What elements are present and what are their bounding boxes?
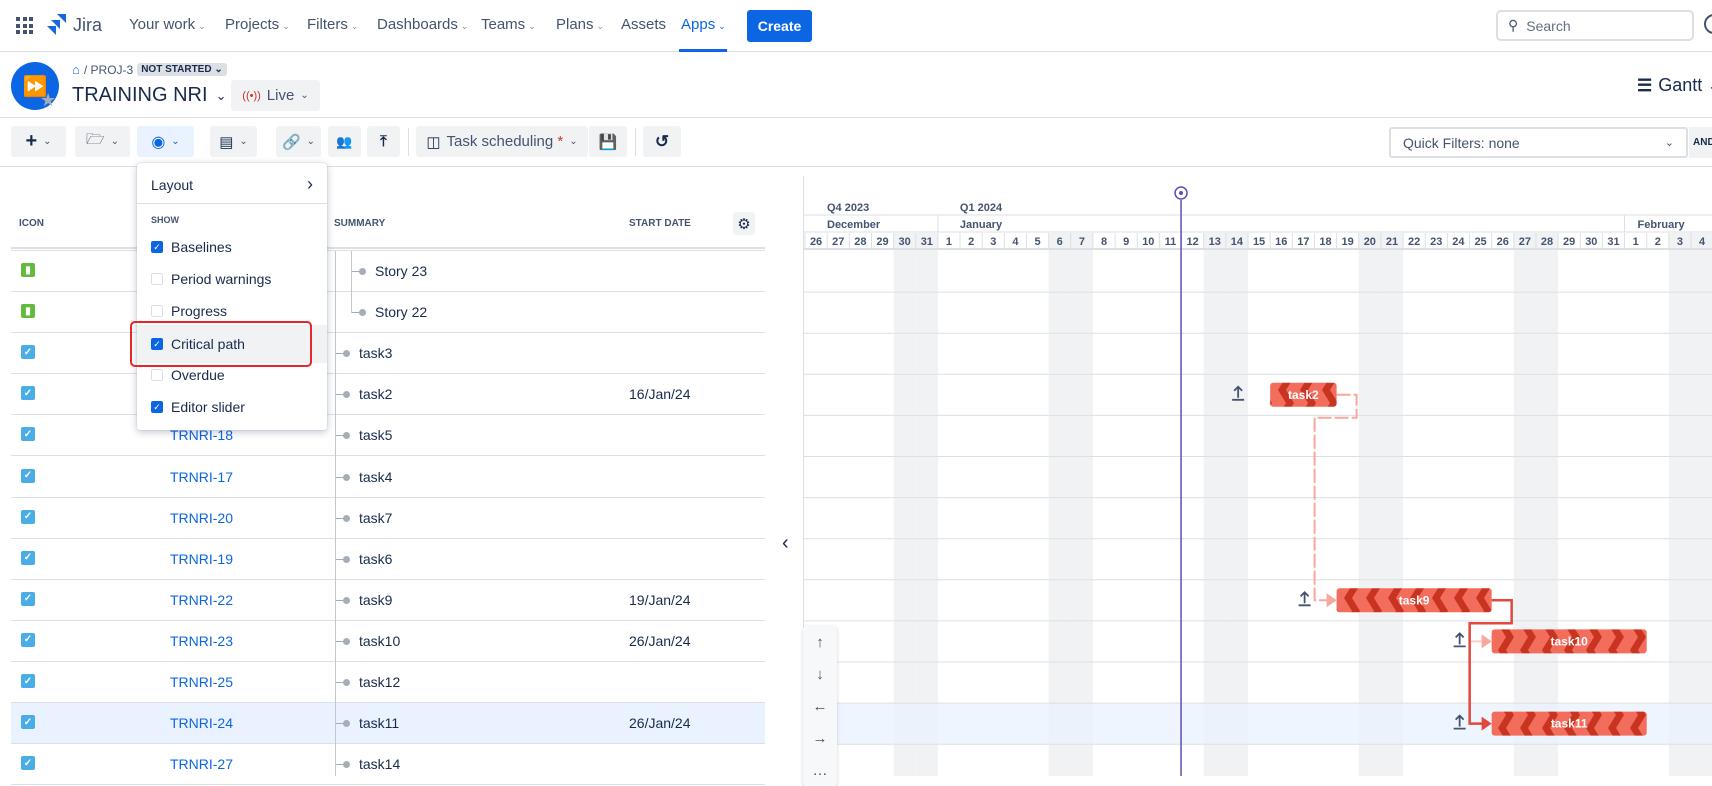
baseline-upload-icon: [1453, 632, 1466, 648]
quarter-label: Q4 2023: [827, 202, 869, 214]
day-label: 30: [899, 236, 911, 248]
day-label: 10: [1142, 236, 1154, 248]
day-label: 25: [1474, 236, 1486, 248]
day-label: 2: [968, 236, 974, 248]
menu-item-layout[interactable]: Layout ›: [151, 174, 313, 195]
checkbox[interactable]: [151, 305, 163, 317]
day-label: 1: [946, 236, 952, 248]
day-label: 3: [1677, 236, 1683, 248]
day-label: 18: [1319, 236, 1331, 248]
checkbox[interactable]: [151, 369, 163, 381]
day-label: 29: [1563, 236, 1575, 248]
day-label: 28: [1541, 236, 1553, 248]
task-bar-label: task9: [1399, 593, 1430, 607]
day-label: 28: [854, 236, 866, 248]
month-label: January: [960, 219, 1003, 231]
day-label: 4: [1012, 236, 1019, 248]
weekend-column: [893, 234, 916, 776]
day-label: 7: [1079, 236, 1085, 248]
day-label: 21: [1386, 236, 1398, 248]
arrow-down-icon[interactable]: ↓: [803, 658, 837, 690]
day-label: 20: [1364, 236, 1376, 248]
menu-option-overdue[interactable]: Overdue: [151, 367, 225, 383]
day-label: 26: [1497, 236, 1509, 248]
month-label: December: [827, 219, 881, 231]
weekend-column: [1358, 234, 1381, 776]
day-label: 31: [921, 236, 933, 248]
day-label: 4: [1699, 236, 1706, 248]
view-options-menu: Layout › SHOW ✓ Baselines Period warnings Pr…: [130, 163, 327, 430]
day-label: 22: [1408, 236, 1420, 248]
day-label: 5: [1035, 236, 1041, 248]
dependency-arrowhead: [1481, 634, 1492, 649]
menu-divider: [137, 203, 327, 204]
day-label: 6: [1057, 236, 1063, 248]
day-label: 8: [1101, 236, 1107, 248]
day-label: 30: [1585, 236, 1597, 248]
day-label: 29: [876, 236, 888, 248]
chevron-right-icon: ›: [307, 174, 313, 194]
weekend-column: [1070, 234, 1093, 776]
weekend-column: [1380, 234, 1404, 776]
day-label: 24: [1452, 236, 1465, 248]
arrow-left-icon[interactable]: ←: [803, 690, 837, 722]
weekend-column: [1513, 234, 1536, 776]
day-label: 13: [1209, 236, 1221, 248]
weekend-column: [1048, 234, 1071, 776]
menu-option-period-warnings[interactable]: Period warnings: [151, 271, 271, 287]
day-label: 11: [1165, 236, 1177, 248]
arrow-up-icon[interactable]: ↑: [803, 626, 837, 658]
menu-section-show: SHOW: [151, 215, 179, 225]
day-label: 15: [1253, 236, 1265, 248]
weekend-column: [1535, 234, 1559, 776]
menu-option-editor-slider[interactable]: ✓ Editor slider: [151, 399, 245, 415]
day-label: 2: [1655, 236, 1661, 248]
day-label: 27: [1519, 236, 1531, 248]
quarter-label: Q1 2024: [960, 202, 1003, 214]
day-label: 16: [1275, 236, 1287, 248]
timeline-navigation-controls: ↑ ↓ ← → …: [803, 626, 837, 786]
day-label: 9: [1123, 236, 1129, 248]
weekend-column: [1203, 234, 1226, 776]
day-label: 27: [832, 236, 844, 248]
task-bar-label: task10: [1550, 634, 1588, 648]
weekend-column: [1225, 234, 1248, 776]
month-label: February: [1638, 219, 1686, 231]
today-marker-dot: [1179, 191, 1184, 195]
dependency-arrowhead: [1326, 593, 1337, 608]
day-label: 23: [1430, 236, 1442, 248]
day-label: 14: [1231, 236, 1244, 248]
day-label: 31: [1607, 236, 1619, 248]
day-label: 12: [1187, 236, 1199, 248]
checkbox[interactable]: [151, 273, 163, 285]
weekend-column: [1691, 234, 1712, 776]
day-label: 19: [1342, 236, 1354, 248]
weekend-column: [1668, 234, 1691, 776]
checkbox[interactable]: ✓: [151, 401, 163, 413]
day-label: 17: [1297, 236, 1309, 248]
menu-option-baselines[interactable]: ✓ Baselines: [151, 239, 232, 255]
menu-option-progress[interactable]: Progress: [151, 303, 227, 319]
more-icon[interactable]: …: [803, 754, 837, 786]
baseline-upload-icon: [1298, 591, 1311, 607]
critical-path-highlight: [130, 321, 312, 367]
task-bar-label: task2: [1288, 388, 1319, 402]
day-label: 1: [1633, 236, 1639, 248]
task-bar-label: task11: [1551, 717, 1588, 731]
arrow-right-icon[interactable]: →: [803, 722, 837, 754]
day-label: 3: [990, 236, 996, 248]
weekend-column: [915, 234, 938, 776]
day-label: 26: [810, 236, 822, 248]
checkbox[interactable]: ✓: [151, 241, 163, 253]
